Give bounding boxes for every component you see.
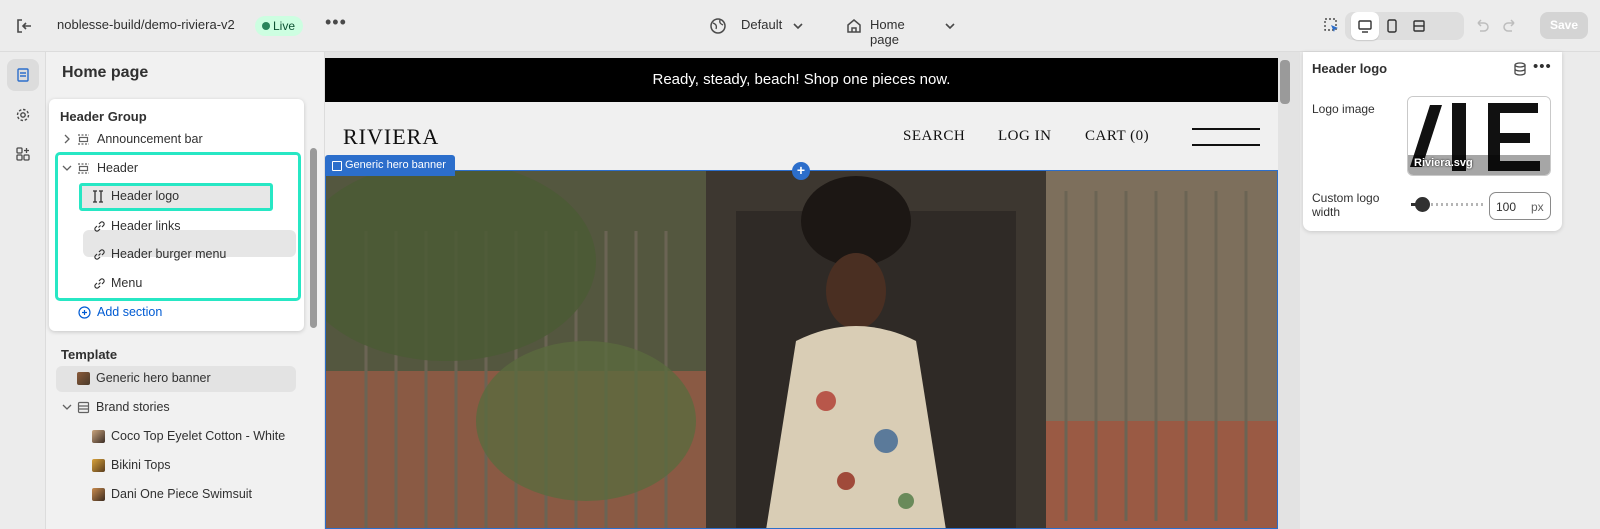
status-badge: Live (255, 16, 304, 36)
sidebar-item-dani-one-piece[interactable]: Dani One Piece Swimsuit (90, 482, 310, 506)
sections-sidebar: Home page Header Group Announcement bar (46, 52, 325, 529)
logo-width-unit: px (1531, 200, 1544, 214)
header-logo-settings-card: Header logo ••• Logo image Riviera.svg C… (1303, 52, 1562, 231)
preview-canvas: Ready, steady, beach! Shop one pieces no… (325, 52, 1300, 529)
sidebar-item-label: Announcement bar (97, 132, 203, 146)
logo-width-slider-handle[interactable] (1415, 197, 1430, 212)
image-thumb-icon (77, 372, 90, 385)
sidebar-item-header-logo-overlay[interactable]: Header logo (89, 184, 269, 208)
page-selector-label: Home page (870, 17, 905, 47)
home-icon (847, 19, 861, 33)
announcement-bar[interactable]: Ready, steady, beach! Shop one pieces no… (325, 58, 1278, 102)
sections-nav-button[interactable] (7, 59, 39, 91)
add-section-button[interactable]: Add section (77, 300, 277, 324)
more-actions-button[interactable]: ••• (325, 12, 347, 33)
inspector-title: Header logo (1312, 61, 1388, 76)
sidebar-item-announcement-bar[interactable]: Announcement bar (59, 127, 299, 151)
desktop-view-button[interactable] (1351, 12, 1379, 40)
logo-width-value: 100 (1496, 200, 1517, 214)
sidebar-item-label: Generic hero banner (96, 371, 211, 385)
sidebar-item-brand-stories[interactable]: Brand stories (60, 395, 300, 419)
gear-icon (16, 108, 30, 122)
preview-scrollbar[interactable] (1280, 60, 1290, 104)
add-block-button[interactable]: + (792, 162, 810, 180)
exit-icon[interactable] (14, 16, 34, 36)
image-thumb-icon (92, 459, 105, 472)
database-icon[interactable] (1512, 61, 1528, 77)
settings-nav-button[interactable] (7, 99, 39, 131)
chevron-down-icon[interactable] (940, 16, 960, 36)
sidebar-item-label: Header logo (111, 189, 180, 203)
inspector-select-icon[interactable] (1322, 16, 1342, 36)
fullscreen-view-button[interactable] (1405, 12, 1433, 40)
sidebar-item-coco-top[interactable]: Coco Top Eyelet Cotton - White (90, 424, 310, 448)
apps-nav-button[interactable] (7, 138, 39, 170)
chevron-down-icon[interactable] (788, 16, 808, 36)
globe-icon (710, 18, 726, 34)
redo-icon[interactable] (1500, 16, 1520, 36)
undo-icon[interactable] (1472, 16, 1492, 36)
header-group-label: Header Group (60, 109, 147, 124)
text-cursor-icon (93, 190, 103, 203)
section-icon (77, 401, 90, 414)
image-thumb-icon (92, 430, 105, 443)
apps-icon (16, 147, 30, 161)
left-rail (0, 52, 46, 529)
mobile-view-button[interactable] (1378, 12, 1406, 40)
save-button[interactable]: Save (1540, 12, 1588, 39)
logo-image-label: Logo image (1312, 102, 1375, 116)
logo-width-input[interactable]: 100 px (1489, 192, 1551, 220)
hero-section-label[interactable]: Generic hero banner (325, 155, 455, 176)
sidebar-item-label: Brand stories (96, 400, 170, 414)
logo-width-label: Custom logo width (1312, 191, 1380, 219)
sidebar-scrollbar[interactable] (310, 148, 317, 328)
mobile-icon (1387, 19, 1397, 33)
store-name[interactable]: noblesse-build/demo-riviera-v2 (57, 17, 235, 32)
sidebar-item-label: Bikini Tops (111, 458, 171, 472)
plus-circle-icon (78, 306, 91, 319)
template-label: Template (61, 347, 118, 362)
desktop-icon (1358, 20, 1372, 33)
hero-photo (326, 171, 1277, 528)
page-title: Home page (62, 64, 149, 81)
chevron-right-icon[interactable] (61, 133, 73, 145)
logo-file-name: Riviera.svg (1414, 157, 1473, 169)
inspector-more-button[interactable]: ••• (1533, 58, 1552, 75)
chevron-down-icon[interactable] (61, 401, 73, 413)
header-dim-overlay (325, 102, 1278, 170)
settings-panel: Header logo ••• Logo image Riviera.svg C… (1300, 52, 1600, 529)
hero-banner-image[interactable] (325, 170, 1278, 529)
sidebar-item-bikini-tops[interactable]: Bikini Tops (90, 453, 310, 477)
sidebar-item-label: Coco Top Eyelet Cotton - White (111, 429, 286, 443)
sections-icon (17, 68, 29, 82)
logo-image-picker[interactable]: Riviera.svg (1407, 96, 1551, 176)
storefront-preview: Ready, steady, beach! Shop one pieces no… (325, 58, 1278, 529)
add-section-label: Add section (97, 305, 163, 319)
header-highlight-outline (55, 152, 301, 301)
section-icon (78, 134, 89, 145)
expand-icon (1413, 20, 1425, 32)
sidebar-item-generic-hero-banner[interactable]: Generic hero banner (60, 366, 300, 390)
top-bar: noblesse-build/demo-riviera-v2 Live ••• … (0, 0, 1600, 52)
theme-selector-label: Default (741, 17, 783, 32)
announcement-text: Ready, steady, beach! Shop one pieces no… (652, 71, 951, 88)
image-thumb-icon (92, 488, 105, 501)
sidebar-item-label: Dani One Piece Swimsuit (111, 487, 253, 501)
